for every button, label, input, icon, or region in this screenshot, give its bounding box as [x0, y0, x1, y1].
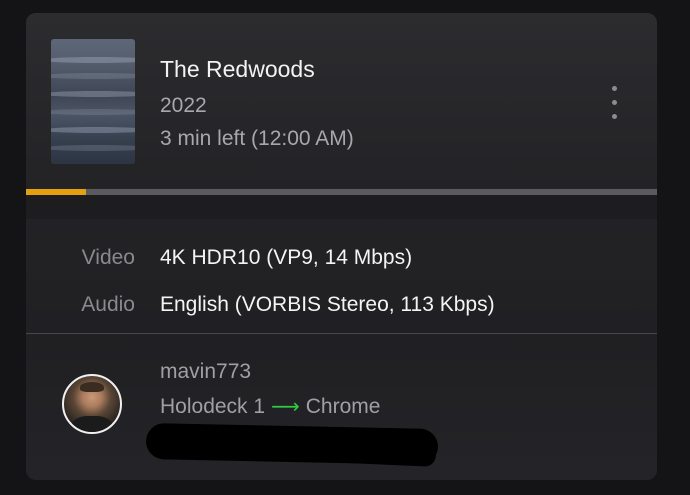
stream-route: Holodeck 1 ⟶ Chrome	[160, 394, 380, 419]
player-name: Holodeck 1	[160, 395, 266, 418]
media-title[interactable]: The Redwoods	[160, 56, 315, 83]
avatar[interactable]	[62, 374, 122, 434]
kebab-menu-icon[interactable]	[602, 83, 626, 123]
video-value: 4K HDR10 (VP9, 14 Mbps)	[160, 246, 413, 269]
section-divider	[26, 333, 657, 334]
media-year: 2022	[160, 94, 207, 117]
username: mavin773	[160, 360, 252, 383]
audio-label: Audio	[81, 293, 135, 316]
video-label: Video	[81, 246, 135, 269]
header-separator-band	[26, 195, 657, 219]
time-left: 3 min left (12:00 AM)	[160, 127, 354, 150]
now-playing-card: The Redwoods 2022 3 min left (12:00 AM) …	[26, 13, 657, 480]
client-name: Chrome	[305, 395, 381, 418]
right-arrow-icon: ⟶	[271, 396, 300, 418]
audio-value: English (VORBIS Stereo, 113 Kbps)	[160, 293, 495, 316]
poster-thumbnail[interactable]	[51, 39, 135, 164]
